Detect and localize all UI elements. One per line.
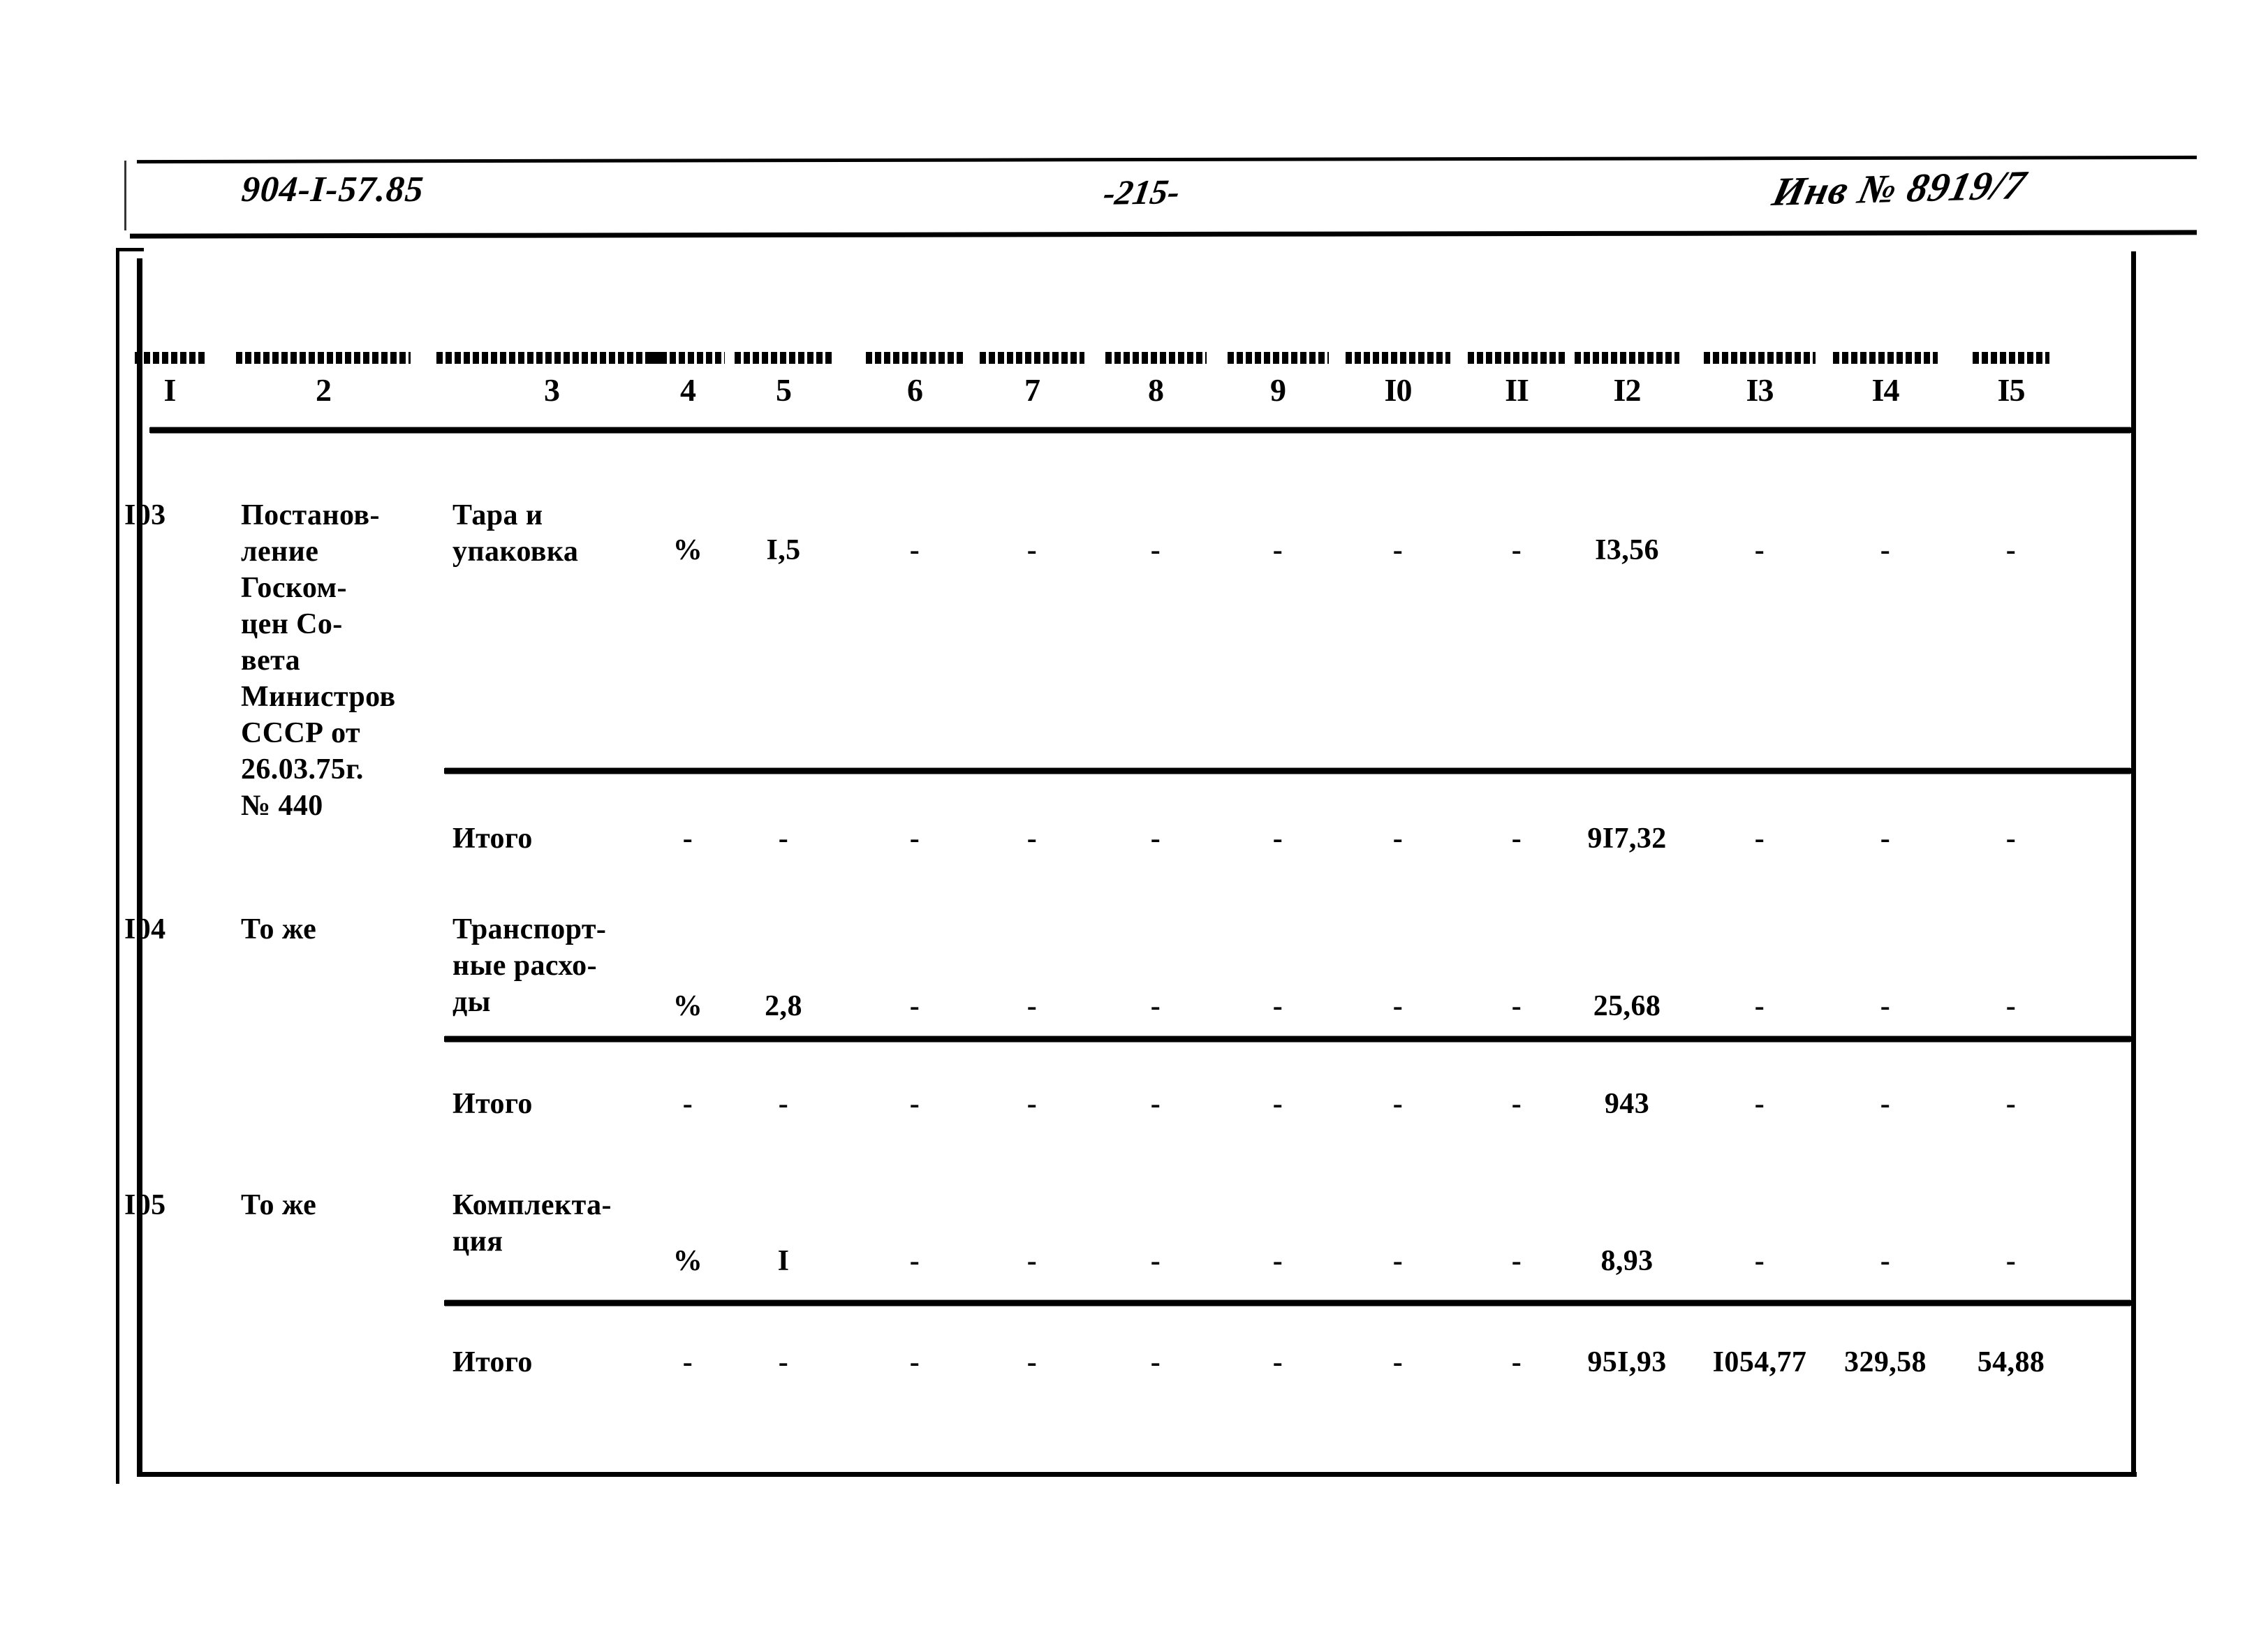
column-rule-15 [1973,352,2049,364]
row-value-col-12: I3,56 [1595,534,1659,566]
column-number-11: II [1505,372,1529,408]
column-rule-3 [436,352,667,364]
row-code: I03 [124,499,166,531]
header-rule-top [136,155,2197,164]
column-number-6: 6 [907,372,923,408]
section-divider-1 [444,768,2131,774]
table-frame-bottom [140,1472,2137,1477]
row-total-label: Итого [452,1088,533,1120]
column-number-1: I [163,372,177,408]
column-number-13: I3 [1746,372,1774,408]
table-frame-left-outer [116,248,119,1484]
document-page: 904-I-57.85 -215- Инв № 8919/7 I23456789… [0,0,2268,1650]
column-rule-9 [1227,352,1329,364]
column-number-3: 3 [544,372,560,408]
column-rule-4 [651,352,725,364]
column-number-12: I2 [1613,372,1642,408]
row-value-col-5: 2,8 [765,990,802,1022]
column-rule-8 [1105,352,1207,364]
row-description: Транспорт- ные расхо- ды [452,913,607,1018]
column-number-5: 5 [776,372,792,408]
column-rule-13 [1704,352,1816,364]
column-rule-2 [236,352,411,364]
column-number-2: 2 [316,372,332,408]
column-rule-5 [735,352,832,364]
row-basis: То же [241,913,317,945]
column-rule-6 [866,352,964,364]
row-total-label: Итого [452,1346,533,1378]
column-rule-14 [1833,352,1938,364]
column-rule-1 [135,352,205,364]
row-value-col-5: I,5 [766,534,801,566]
row-value-col-12: 8,93 [1600,1245,1654,1277]
row-value-col-5: - [778,1088,789,1120]
row-value-col-12: 95I,93 [1587,1346,1667,1378]
inventory-number: Инв № 8919/7 [1768,162,2031,214]
row-total-label: Итого [452,823,533,855]
row-value-col-5: - [778,823,789,855]
row-value-col-12: 9I7,32 [1587,823,1667,855]
row-basis: Постанов- ление Госком- цен Со- вета Мин… [241,499,396,822]
row-description: Комплекта- ция [452,1189,612,1258]
column-number-7: 7 [1024,372,1040,408]
row-value-col-15: - [2005,1245,2017,1277]
document-code: 904-I-57.85 [240,170,425,209]
column-rule-10 [1346,352,1450,364]
column-number-14: I4 [1871,372,1900,408]
section-divider-2 [444,1036,2131,1042]
table-frame-right [2131,251,2136,1473]
page-number: -215- [1100,172,1183,212]
column-number-4: 4 [680,372,696,408]
row-value-col-15: - [2005,823,2017,855]
row-value-col-12: 943 [1604,1088,1650,1120]
row-value-col-12: 25,68 [1593,990,1661,1022]
column-number-10: I0 [1384,372,1413,408]
page-header: 904-I-57.85 -215- Инв № 8919/7 [130,162,2197,232]
column-number-9: 9 [1270,372,1286,408]
row-code: I05 [124,1189,166,1221]
row-description: Тара и упаковка [452,499,579,568]
row-value-col-15: - [2005,990,2017,1022]
table-frame-top-stub [116,248,144,251]
column-number-15: I5 [1997,372,2026,408]
row-basis: То же [241,1189,317,1221]
header-separator-rule [149,427,2131,433]
left-margin-rule [124,161,126,230]
row-value-col-5: - [778,1346,789,1378]
row-value-col-15: - [2005,1088,2017,1120]
row-value-col-15: 54,88 [1977,1346,2045,1378]
column-rule-12 [1575,352,1679,364]
row-value-col-5: I [777,1245,790,1277]
row-code: I04 [124,913,166,945]
column-rule-11 [1468,352,1566,364]
column-rule-7 [980,352,1084,364]
row-value-col-15: - [2005,534,2017,566]
column-number-8: 8 [1148,372,1164,408]
section-divider-3 [444,1300,2131,1306]
table-frame-left-inner [137,258,142,1477]
